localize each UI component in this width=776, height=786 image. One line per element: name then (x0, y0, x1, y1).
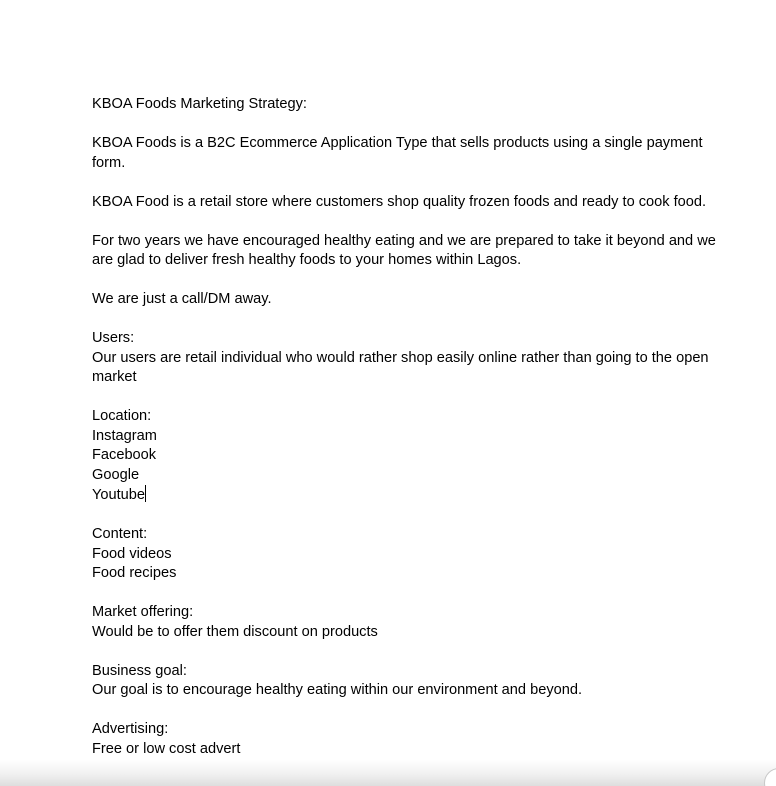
location-heading: Location: (92, 408, 152, 424)
content-heading: Content: (92, 526, 148, 542)
location-item-instagram: Instagram (92, 427, 157, 444)
intro-paragraph-1: KBOA Foods is a B2C Ecommerce Applicatio… (92, 135, 703, 171)
users-section: Users: Our users are retail individual w… (92, 329, 722, 388)
intro-paragraph-3: For two years we have encouraged healthy… (92, 232, 716, 269)
market-offering-text: Would be to offer them discount on produ… (92, 623, 378, 640)
location-item-youtube: Youtube (92, 487, 146, 503)
advertising-text: Free or low cost advert (92, 740, 241, 757)
location-item-facebook: Facebook (92, 447, 157, 463)
page-bottom-shadow (0, 760, 776, 786)
business-goal-text: Our goal is to encourage healthy eating … (92, 682, 583, 698)
business-goal-heading: Business goal: (92, 662, 187, 679)
intro-paragraph-2: KBOA Food is a retail store where custom… (92, 193, 707, 210)
location-item-google: Google (92, 466, 140, 483)
market-offering-section: Market offering: Would be to offer them … (92, 603, 722, 642)
document-title: KBOA Foods Marketing Strategy: (92, 96, 307, 112)
location-section: Location: Instagram Facebook Google Yout… (92, 407, 722, 506)
content-item-food-recipes: Food recipes (92, 565, 177, 581)
document-body[interactable]: KBOA Foods Marketing Strategy: KBOA Food… (92, 95, 722, 779)
advertising-heading: Advertising: (92, 721, 169, 737)
text-cursor (145, 485, 147, 502)
advertising-section: Advertising: Free or low cost advert (92, 720, 722, 759)
location-item-youtube-line: Youtube (92, 485, 722, 506)
market-offering-heading: Market offering: (92, 604, 194, 620)
users-heading: Users: (92, 330, 135, 346)
users-text: Our users are retail individual who woul… (92, 349, 709, 386)
content-item-food-videos: Food videos (92, 545, 172, 562)
intro-paragraph-4: We are just a call/DM away. (92, 291, 272, 307)
business-goal-section: Business goal: Our goal is to encourage … (92, 662, 722, 701)
content-section: Content: Food videos Food recipes (92, 525, 722, 584)
document-page[interactable]: KBOA Foods Marketing Strategy: KBOA Food… (0, 0, 776, 786)
